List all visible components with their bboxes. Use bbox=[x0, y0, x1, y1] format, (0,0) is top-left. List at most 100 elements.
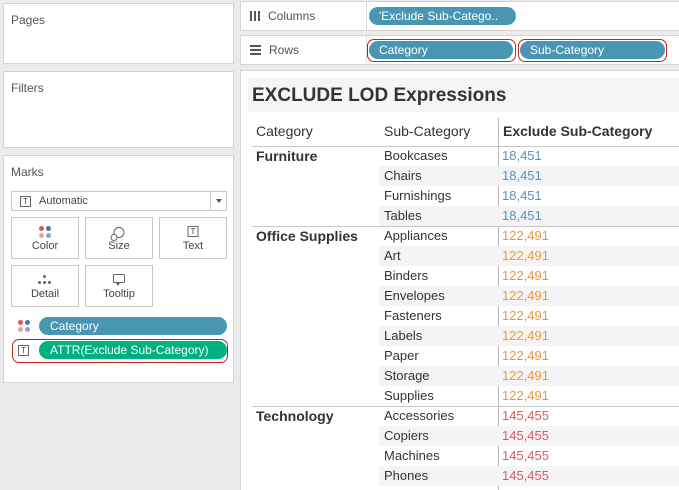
sub-category-cell: Envelopes bbox=[384, 288, 445, 303]
rows-pill-category[interactable]: Category bbox=[369, 41, 513, 59]
measure-cell: 145,455 bbox=[502, 408, 549, 423]
category-cell[interactable]: Technology bbox=[256, 408, 334, 424]
measure-cell: 145,455 bbox=[502, 468, 549, 483]
table-row[interactable]: Envelopes 122,491 bbox=[379, 286, 679, 306]
sub-category-cell: Paper bbox=[384, 348, 419, 363]
sub-category-cell: Binders bbox=[384, 268, 429, 283]
columns-shelf[interactable]: Columns 'Exclude Sub-Catego.. bbox=[240, 1, 679, 31]
sub-category-cell: Supplies bbox=[384, 388, 434, 403]
columns-icon bbox=[250, 11, 260, 21]
sub-category-cell: Appliances bbox=[384, 228, 448, 243]
tableau-workspace: Pages Filters Marks T Automatic Color Si… bbox=[0, 0, 679, 490]
measure-cell: 122,491 bbox=[502, 288, 549, 303]
measure-cell: 18,451 bbox=[502, 208, 542, 223]
tooltip-label: Tooltip bbox=[103, 288, 135, 300]
sub-category-cell: Art bbox=[384, 248, 401, 263]
color-dots-icon bbox=[18, 320, 30, 332]
sub-category-cell: Furnishings bbox=[384, 188, 452, 203]
table-row[interactable]: Copiers 145,455 bbox=[379, 426, 679, 446]
color-label: Color bbox=[31, 240, 59, 252]
measure-cell: 122,491 bbox=[502, 348, 549, 363]
rows-pill-subcategory[interactable]: Sub-Category bbox=[520, 41, 665, 59]
size-label: Size bbox=[108, 240, 130, 252]
table-row[interactable]: Phones 145,455 bbox=[379, 466, 679, 486]
measure-cell: 18,451 bbox=[502, 188, 542, 203]
measure-cell: 122,491 bbox=[502, 248, 549, 263]
sub-category-cell: Copiers bbox=[384, 428, 429, 443]
table-row[interactable]: Chairs 18,451 bbox=[379, 166, 679, 186]
category-cell[interactable]: Furniture bbox=[256, 148, 317, 164]
sub-category-cell: Fasteners bbox=[384, 308, 442, 323]
marks-title: Marks bbox=[11, 165, 44, 179]
marks-card: Marks T Automatic Color Size T Text Deta… bbox=[3, 155, 234, 383]
table-row[interactable]: Storage 122,491 bbox=[379, 366, 679, 386]
category-pill[interactable]: Category bbox=[39, 317, 227, 335]
table-row[interactable]: Binders 122,491 bbox=[379, 266, 679, 286]
marks-field-category[interactable]: Category bbox=[15, 317, 227, 337]
rows-icon bbox=[250, 45, 261, 55]
tooltip-button[interactable]: Tooltip bbox=[85, 265, 153, 307]
measure-cell: 122,491 bbox=[502, 228, 549, 243]
sub-category-cell: Phones bbox=[384, 468, 429, 483]
pages-title: Pages bbox=[11, 13, 46, 27]
category-cell[interactable]: Office Supplies bbox=[256, 228, 358, 244]
header-sub-category[interactable]: Sub-Category bbox=[384, 123, 470, 139]
text-icon: T bbox=[18, 345, 29, 356]
sub-category-cell: Chairs bbox=[384, 168, 422, 183]
table-row[interactable]: Furnishings 18,451 bbox=[379, 186, 679, 206]
size-button[interactable]: Size bbox=[85, 217, 153, 259]
table-row[interactable]: Bookcases 18,451 bbox=[379, 146, 679, 166]
detail-icon bbox=[38, 275, 52, 285]
rows-shelf[interactable]: Rows Category Sub-Category bbox=[240, 35, 679, 65]
text-label: Text bbox=[182, 240, 204, 252]
text-button[interactable]: T Text bbox=[159, 217, 227, 259]
table-row[interactable]: Appliances 122,491 bbox=[379, 226, 679, 246]
table-row[interactable]: Supplies 122,491 bbox=[379, 386, 679, 406]
sub-category-cell: Accessories bbox=[384, 408, 455, 423]
filters-card[interactable]: Filters bbox=[3, 71, 234, 148]
sub-category-cell: Machines bbox=[384, 448, 440, 463]
sub-category-cell: Storage bbox=[384, 368, 430, 383]
sub-category-cell: Tables bbox=[384, 208, 422, 223]
text-mark-icon: T bbox=[20, 195, 31, 207]
detail-button[interactable]: Detail bbox=[11, 265, 79, 307]
color-dots-icon bbox=[38, 225, 52, 239]
measure-cell: 18,451 bbox=[502, 148, 542, 163]
detail-label: Detail bbox=[30, 288, 60, 300]
table-row[interactable]: Accessories 145,455 bbox=[379, 406, 679, 426]
columns-label: Columns bbox=[268, 9, 316, 23]
table-row[interactable]: Art 122,491 bbox=[379, 246, 679, 266]
worksheet-view: EXCLUDE LOD Expressions Category Sub-Cat… bbox=[240, 70, 679, 490]
measure-cell: 122,491 bbox=[502, 308, 549, 323]
tooltip-icon bbox=[113, 274, 125, 286]
measure-cell: 122,491 bbox=[502, 328, 549, 343]
table-row[interactable]: Paper 122,491 bbox=[379, 346, 679, 366]
worksheet-title: EXCLUDE LOD Expressions bbox=[248, 78, 679, 112]
marks-field-attr[interactable]: T ATTR(Exclude Sub-Category) bbox=[15, 341, 227, 361]
table-row[interactable]: Labels 122,491 bbox=[379, 326, 679, 346]
measure-cell: 122,491 bbox=[502, 268, 549, 283]
table-row[interactable]: Tables 18,451 bbox=[379, 206, 679, 226]
table-row[interactable]: Fasteners 122,491 bbox=[379, 306, 679, 326]
measure-cell: 145,455 bbox=[502, 448, 549, 463]
measure-cell: 18,451 bbox=[502, 168, 542, 183]
filters-title: Filters bbox=[11, 81, 44, 95]
columns-pill-exclude-subcategory[interactable]: 'Exclude Sub-Catego.. bbox=[369, 7, 516, 25]
mark-type-dropdown[interactable]: T Automatic bbox=[11, 191, 227, 211]
chevron-down-icon[interactable] bbox=[210, 192, 226, 210]
table-row[interactable]: Machines 145,455 bbox=[379, 446, 679, 466]
text-icon: T bbox=[187, 226, 199, 237]
pages-card[interactable]: Pages bbox=[3, 3, 234, 64]
mark-type-value: Automatic bbox=[39, 195, 88, 207]
sub-category-cell: Bookcases bbox=[384, 148, 448, 163]
header-measure[interactable]: Exclude Sub-Category bbox=[503, 123, 652, 139]
attr-exclude-subcategory-pill[interactable]: ATTR(Exclude Sub-Category) bbox=[39, 341, 227, 359]
measure-cell: 122,491 bbox=[502, 368, 549, 383]
measure-cell: 145,455 bbox=[502, 428, 549, 443]
measure-cell: 122,491 bbox=[502, 388, 549, 403]
sub-category-cell: Labels bbox=[384, 328, 423, 343]
size-icon bbox=[110, 227, 125, 241]
color-button[interactable]: Color bbox=[11, 217, 79, 259]
header-category[interactable]: Category bbox=[256, 123, 313, 139]
rows-label: Rows bbox=[269, 43, 300, 57]
